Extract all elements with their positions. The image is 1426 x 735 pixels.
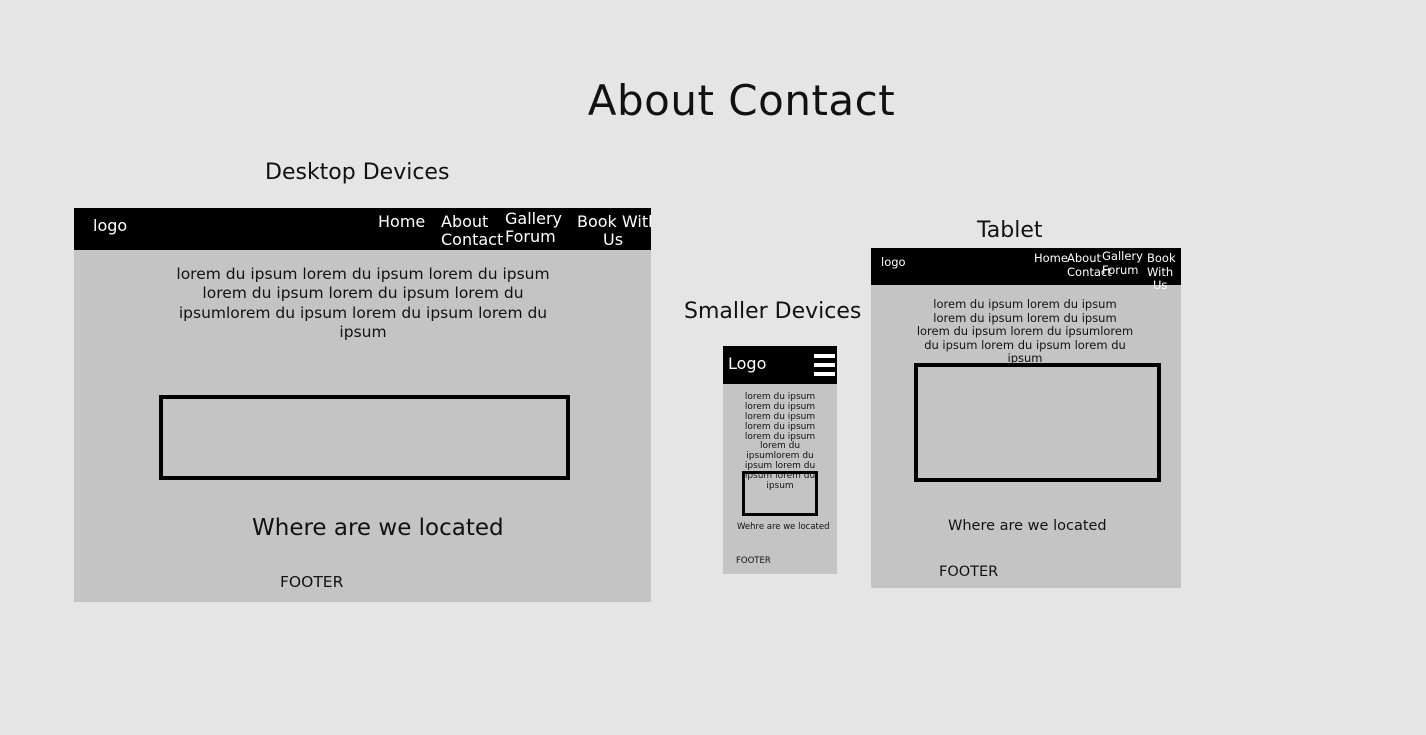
tablet-wireframe: logo Home About Contact Gallery Forum Bo… [871,248,1181,588]
tablet-nav-home[interactable]: Home [1034,251,1068,265]
desktop-footer: FOOTER [280,573,344,591]
desktop-image-placeholder [159,395,570,480]
tablet-nav-about[interactable]: About [1067,251,1101,265]
desktop-nav-book-with[interactable]: Book With [577,212,651,231]
tablet-navbar: logo Home About Contact Gallery Forum Bo… [871,248,1181,292]
tablet-nav-book[interactable]: Book [1147,251,1176,265]
mobile-wireframe: Logo lorem du ipsum lorem du ipsum lorem… [723,346,837,574]
tablet-label: Tablet [977,218,1043,243]
mobile-logo[interactable]: Logo [728,354,766,373]
tablet-image-placeholder [914,363,1161,482]
tablet-nav-us[interactable]: Us [1153,278,1167,292]
page-title: About Contact [587,76,896,125]
desktop-wireframe: logo Home About Contact Gallery Forum Bo… [74,208,651,602]
tablet-nav-gallery[interactable]: Gallery [1102,249,1143,263]
desktop-nav-contact[interactable]: Contact [441,230,503,249]
tablet-footer: FOOTER [939,564,999,580]
tablet-body-text: lorem du ipsum lorem du ipsum lorem du i… [916,297,1134,366]
desktop-devices-label: Desktop Devices [265,160,450,185]
desktop-nav-about[interactable]: About [441,212,488,231]
desktop-location-heading: Where are we located [252,515,504,541]
desktop-nav-home[interactable]: Home [378,212,425,231]
mobile-footer: FOOTER [736,556,771,566]
tablet-location-heading: Where are we located [948,518,1107,534]
desktop-nav-us[interactable]: Us [603,230,623,249]
desktop-logo[interactable]: logo [93,216,127,235]
desktop-navbar: logo Home About Contact Gallery Forum Bo… [74,208,651,250]
mobile-image-placeholder [742,471,818,516]
mobile-navbar: Logo [723,346,837,384]
tablet-nav-forum[interactable]: Forum [1102,263,1138,277]
mobile-location-heading: Wehre are we located [737,522,830,532]
tablet-logo[interactable]: logo [881,255,906,269]
desktop-nav-forum[interactable]: Forum [505,227,556,246]
desktop-nav-gallery[interactable]: Gallery [505,209,562,228]
desktop-body-text: lorem du ipsum lorem du ipsum lorem du i… [176,265,550,342]
hamburger-menu-icon[interactable] [814,354,835,376]
smaller-devices-label: Smaller Devices [684,299,862,324]
